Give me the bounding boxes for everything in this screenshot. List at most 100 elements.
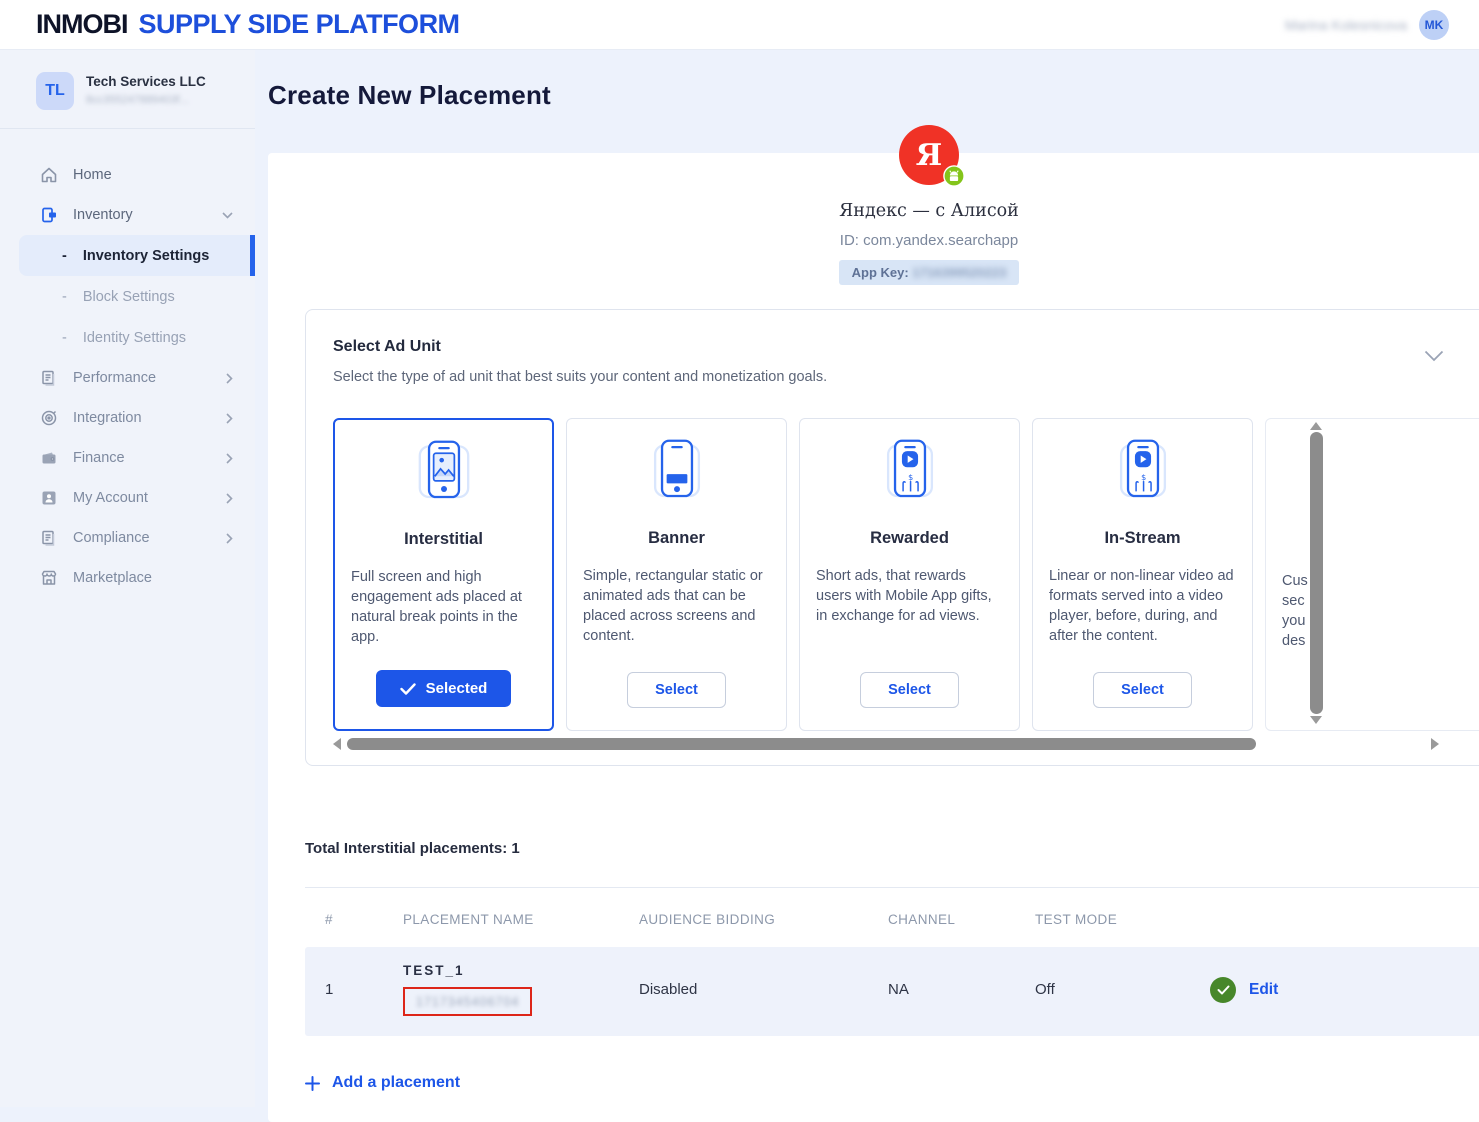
sidebar-item-label: Compliance (73, 530, 211, 546)
table-header-row: # PLACEMENT NAME AUDIENCE BIDDING CHANNE… (305, 888, 1479, 947)
panel-title: Select Ad Unit (333, 338, 1439, 356)
sidebar-item-integration[interactable]: Integration (0, 398, 255, 438)
user-area: Marina Kolesnicova MK (1285, 10, 1449, 40)
android-badge-icon (943, 165, 965, 187)
plus-icon (305, 1076, 320, 1091)
total-placements-label: Total Interstitial placements: 1 (305, 840, 1479, 857)
my-account-icon (40, 489, 58, 507)
ad-unit-title: Interstitial (404, 530, 483, 549)
sidebar-subitem-label: Inventory Settings (83, 248, 210, 264)
col-header-channel: CHANNEL (868, 912, 1015, 927)
collapse-chevron-icon[interactable] (1424, 350, 1444, 362)
chevron-right-icon (226, 413, 233, 424)
sidebar-item-compliance[interactable]: Compliance (0, 518, 255, 558)
check-icon (400, 683, 416, 695)
ad-unit-card-interstitial[interactable]: Interstitial Full screen and high engage… (333, 418, 554, 731)
sidebar-item-marketplace[interactable]: Marketplace (0, 558, 255, 598)
chevron-right-icon (226, 373, 233, 384)
sidebar-subitem-label: Block Settings (83, 289, 175, 305)
select-button[interactable]: Select (627, 672, 726, 708)
select-button[interactable]: Select (1093, 672, 1192, 708)
sidebar-item-label: Inventory (73, 207, 207, 223)
brand-secondary: SUPPLY SIDE PLATFORM (139, 9, 460, 40)
horizontal-scroll-thumb[interactable] (347, 738, 1256, 750)
ad-unit-card-instream[interactable]: $ In-Stream Linear or non-linear video a… (1032, 418, 1253, 731)
brand-logo: INMOBI SUPPLY SIDE PLATFORM (36, 9, 460, 40)
sidebar-item-label: Marketplace (73, 570, 233, 586)
page-title: Create New Placement (268, 80, 1479, 111)
add-placement-label: Add a placement (332, 1074, 460, 1092)
scroll-right-arrow-icon[interactable] (1431, 738, 1439, 750)
performance-icon (40, 369, 58, 387)
account-avatar: TL (36, 72, 74, 110)
ad-unit-card-rewarded[interactable]: $ Rewarded Short ads, that rewards users… (799, 418, 1020, 731)
svg-text:$: $ (1141, 473, 1146, 482)
user-avatar[interactable]: MK (1419, 10, 1449, 40)
user-name: Marina Kolesnicova (1285, 17, 1407, 33)
edit-link[interactable]: Edit (1249, 981, 1278, 999)
sidebar-item-inventory-settings[interactable]: - Inventory Settings (19, 235, 255, 276)
ad-unit-description: Short ads, that rewards users with Mobil… (816, 566, 1003, 626)
test-mode-value: Off (1015, 981, 1190, 998)
ad-unit-title: Banner (648, 529, 705, 548)
sidebar-item-performance[interactable]: Performance (0, 358, 255, 398)
select-button[interactable]: Select (860, 672, 959, 708)
placements-section: Total Interstitial placements: 1 # PLACE… (305, 840, 1479, 1092)
app-key-value: 1716399520223 (912, 265, 1006, 280)
scroll-down-arrow-icon[interactable] (1310, 716, 1322, 724)
placement-name: TEST_1 (403, 963, 619, 978)
sidebar-item-home[interactable]: Home (0, 155, 255, 195)
ad-unit-title: In-Stream (1104, 529, 1180, 548)
integration-icon (40, 409, 58, 427)
svg-text:$: $ (908, 473, 913, 482)
app-key-pill: App Key: 1716399520223 (839, 260, 1020, 285)
horizontal-scrollbar[interactable] (333, 737, 1439, 751)
ad-unit-card-banner[interactable]: Banner Simple, rectangular static or ani… (566, 418, 787, 731)
audience-bidding-value: Disabled (619, 981, 868, 998)
placement-id: 1717345406704 (416, 995, 519, 1009)
selected-button[interactable]: Selected (376, 670, 512, 707)
chevron-right-icon (226, 493, 233, 504)
compliance-icon (40, 529, 58, 547)
chevron-right-icon (226, 453, 233, 464)
account-card: TL Tech Services LLC 8cc355247889403f... (0, 72, 255, 129)
sidebar-subitem-label: Identity Settings (83, 330, 186, 346)
col-header-test-mode: TEST MODE (1015, 912, 1190, 927)
main-content: Create New Placement Я Яндекс — с Алисой… (255, 50, 1479, 1107)
scroll-left-arrow-icon[interactable] (333, 738, 341, 750)
sidebar-nav: Home Inventory - Inventory Settings - Bl… (0, 155, 255, 598)
ad-unit-description: Linear or non-linear video ad formats se… (1049, 566, 1236, 646)
brand-primary: INMOBI (36, 9, 128, 40)
top-bar: INMOBI SUPPLY SIDE PLATFORM Marina Koles… (0, 0, 1479, 50)
sidebar-item-label: Integration (73, 410, 211, 426)
ad-unit-cards: Interstitial Full screen and high engage… (333, 418, 1479, 731)
content-card: Я Яндекс — с Алисой ID: com.yandex.searc… (268, 153, 1479, 1122)
sidebar-item-block-settings[interactable]: - Block Settings (0, 276, 255, 317)
scroll-up-arrow-icon[interactable] (1310, 422, 1322, 430)
ad-unit-description: Simple, rectangular static or animated a… (583, 566, 770, 646)
annotation-box: 1717345406704 (403, 987, 532, 1016)
ad-unit-description: Full screen and high engagement ads plac… (351, 567, 536, 647)
add-placement-button[interactable]: Add a placement (305, 1074, 1479, 1092)
sidebar-item-label: Finance (73, 450, 211, 466)
vertical-scroll-thumb[interactable] (1310, 432, 1323, 714)
status-check-icon (1210, 977, 1236, 1003)
sidebar-item-label: Performance (73, 370, 211, 386)
vertical-scrollbar[interactable] (1309, 422, 1323, 724)
ad-unit-card-clipped[interactable]: Cus sec you des (1265, 418, 1479, 731)
sidebar-item-inventory[interactable]: Inventory (0, 195, 255, 235)
table-row: 1 TEST_1 1717345406704 Disabled NA Off (305, 947, 1479, 1036)
horizontal-scroll-track[interactable] (345, 738, 1427, 750)
placements-table: # PLACEMENT NAME AUDIENCE BIDDING CHANNE… (305, 887, 1479, 1036)
panel-subtitle: Select the type of ad unit that best sui… (333, 369, 1439, 385)
sidebar-item-my-account[interactable]: My Account (0, 478, 255, 518)
dash-icon: - (62, 248, 67, 264)
sidebar-item-identity-settings[interactable]: - Identity Settings (0, 317, 255, 358)
home-icon (40, 166, 58, 184)
marketplace-icon (40, 569, 58, 587)
dash-icon: - (62, 330, 67, 346)
select-ad-unit-panel: Select Ad Unit Select the type of ad uni… (305, 309, 1479, 766)
sidebar-item-finance[interactable]: Finance (0, 438, 255, 478)
sidebar: TL Tech Services LLC 8cc355247889403f...… (0, 50, 255, 1107)
account-name: Tech Services LLC (86, 72, 206, 89)
